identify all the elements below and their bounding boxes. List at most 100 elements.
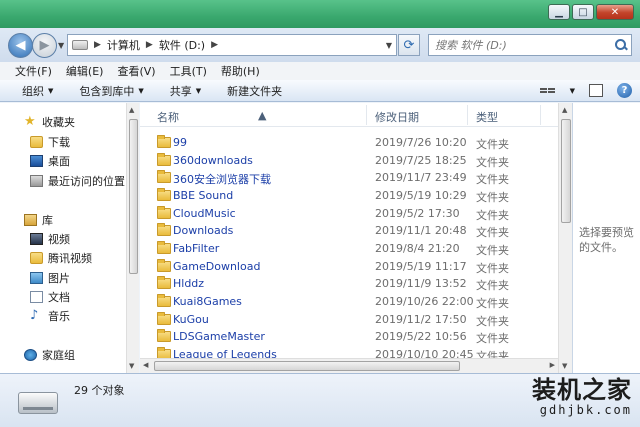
- file-date: 2019/7/25 18:25: [375, 154, 467, 167]
- file-row[interactable]: CloudMusic 2019/5/2 17:30 文件夹: [140, 205, 558, 223]
- menu-help[interactable]: 帮助(H): [221, 63, 260, 79]
- back-button[interactable]: ◀: [8, 33, 33, 58]
- nav-videos[interactable]: 视频: [30, 230, 70, 247]
- file-row[interactable]: Kuai8Games 2019/10/26 22:00 文件夹: [140, 293, 558, 311]
- nav-homegroup[interactable]: 家庭组: [24, 346, 75, 363]
- refresh-button[interactable]: ⟳: [398, 34, 420, 56]
- file-row[interactable]: BBE Sound 2019/5/19 10:29 文件夹: [140, 187, 558, 205]
- include-in-library-label: 包含到库中: [79, 84, 135, 98]
- file-list-horizontal-scrollbar[interactable]: ◀ ▶: [140, 358, 558, 373]
- help-icon[interactable]: ?: [617, 83, 632, 98]
- address-field[interactable]: ▶ 计算机 ▶ 软件 (D:) ▶ ▼: [67, 34, 397, 56]
- watermark-url: gdhjbk.com: [539, 403, 632, 417]
- breadcrumb-separator-icon[interactable]: ▶: [211, 40, 218, 50]
- file-row[interactable]: Hlddz 2019/11/9 13:52 文件夹: [140, 275, 558, 293]
- nav-recent-places[interactable]: 最近访问的位置: [30, 172, 125, 189]
- scroll-down-arrow-icon[interactable]: ▼: [562, 362, 567, 370]
- nav-pane-scrollbar[interactable]: ▲ ▼: [126, 103, 139, 373]
- file-row[interactable]: 360downloads 2019/7/25 18:25 文件夹: [140, 152, 558, 170]
- nav-favorites[interactable]: ★ 收藏夹: [24, 113, 75, 130]
- column-divider[interactable]: [467, 105, 468, 125]
- file-name: 99: [173, 136, 187, 149]
- search-box[interactable]: [428, 34, 632, 56]
- nav-pictures[interactable]: 图片: [30, 269, 70, 286]
- share-label: 共享: [169, 84, 192, 98]
- column-header-type[interactable]: 类型: [476, 109, 498, 125]
- scroll-right-arrow-icon[interactable]: ▶: [550, 361, 555, 369]
- file-row[interactable]: 99 2019/7/26 10:20 文件夹: [140, 134, 558, 152]
- drive-icon: [18, 392, 58, 414]
- file-row[interactable]: Downloads 2019/11/1 20:48 文件夹: [140, 222, 558, 240]
- organize-button[interactable]: 组织 ▼: [22, 83, 53, 99]
- file-row[interactable]: KuGou 2019/11/2 17:50 文件夹: [140, 311, 558, 329]
- new-folder-button[interactable]: 新建文件夹: [227, 83, 282, 99]
- nav-tencent-video[interactable]: 腾讯视频: [30, 249, 92, 266]
- scroll-left-arrow-icon[interactable]: ◀: [143, 361, 148, 369]
- folder-icon: [157, 259, 171, 272]
- include-in-library-button[interactable]: 包含到库中 ▼: [79, 83, 143, 99]
- item-count: 29 个对象: [74, 384, 125, 397]
- file-list-vertical-scrollbar[interactable]: ▲ ▼: [558, 103, 572, 373]
- nav-libraries[interactable]: 库: [24, 211, 53, 228]
- file-name: KuGou: [173, 313, 209, 326]
- file-date: 2019/5/19 11:17: [375, 260, 467, 273]
- preview-placeholder-text: 选择要预览 的文件。: [579, 226, 634, 254]
- breadcrumb-drive-d[interactable]: 软件 (D:): [159, 37, 205, 53]
- column-divider[interactable]: [540, 105, 541, 125]
- change-view-icon[interactable]: [539, 84, 556, 98]
- recent-pages-dropdown-icon[interactable]: ▼: [58, 41, 64, 50]
- column-divider[interactable]: [366, 105, 367, 125]
- file-name: BBE Sound: [173, 189, 234, 202]
- documents-library-icon: [30, 290, 43, 303]
- share-button[interactable]: 共享 ▼: [170, 83, 201, 99]
- view-options-dropdown-icon[interactable]: ▼: [570, 87, 575, 95]
- minimize-button[interactable]: ▁: [548, 4, 570, 20]
- caption-buttons: ▁ □ ✕: [548, 4, 634, 20]
- column-header-date[interactable]: 修改日期: [375, 109, 419, 125]
- file-list-pane: ▲ 名称 修改日期 类型 99 2019/7/26 10:20 文件夹 360d…: [140, 103, 558, 373]
- nav-downloads[interactable]: 下载: [30, 133, 70, 150]
- sort-ascending-icon: ▲: [258, 109, 267, 122]
- maximize-button[interactable]: □: [572, 4, 594, 20]
- file-name: GameDownload: [173, 260, 261, 273]
- back-arrow-icon: ◀: [15, 38, 26, 53]
- file-row[interactable]: FabFilter 2019/8/4 21:20 文件夹: [140, 240, 558, 258]
- file-row[interactable]: GameDownload 2019/5/19 11:17 文件夹: [140, 258, 558, 276]
- folder-icon: [157, 153, 171, 166]
- nav-label: 家庭组: [42, 348, 75, 362]
- organize-label: 组织: [22, 84, 44, 98]
- scroll-up-arrow-icon[interactable]: ▲: [562, 106, 567, 114]
- address-history-dropdown-icon[interactable]: ▼: [382, 41, 396, 50]
- music-note-icon: ♪: [30, 307, 39, 323]
- nav-music[interactable]: ♪ 音乐: [30, 307, 70, 324]
- title-bar: ▁ □ ✕: [0, 0, 640, 28]
- file-type: 文件夹: [476, 315, 509, 328]
- scroll-down-arrow-icon[interactable]: ▼: [129, 362, 134, 370]
- breadcrumb-computer[interactable]: 计算机: [107, 37, 140, 53]
- menu-edit[interactable]: 编辑(E): [66, 63, 104, 79]
- breadcrumb-separator-icon[interactable]: ▶: [94, 40, 101, 50]
- search-input[interactable]: [435, 38, 605, 52]
- scrollbar-thumb[interactable]: [561, 119, 571, 223]
- menu-tools[interactable]: 工具(T): [170, 63, 207, 79]
- library-icon: [24, 213, 37, 226]
- preview-pane-toggle-icon[interactable]: [589, 84, 603, 97]
- breadcrumb-separator-icon[interactable]: ▶: [146, 40, 153, 50]
- column-header-name[interactable]: 名称: [157, 109, 179, 125]
- nav-documents[interactable]: 文档: [30, 288, 70, 305]
- menu-file[interactable]: 文件(F): [15, 63, 52, 79]
- menu-view[interactable]: 查看(V): [117, 63, 155, 79]
- scrollbar-thumb[interactable]: [154, 361, 460, 371]
- nav-desktop[interactable]: 桌面: [30, 152, 70, 169]
- file-row[interactable]: 360安全浏览器下载 2019/11/7 23:49 文件夹: [140, 169, 558, 187]
- file-row[interactable]: LDSGameMaster 2019/5/22 10:56 文件夹: [140, 328, 558, 346]
- file-date: 2019/5/19 10:29: [375, 189, 467, 202]
- scroll-up-arrow-icon[interactable]: ▲: [129, 106, 134, 114]
- file-date: 2019/11/7 23:49: [375, 171, 467, 184]
- search-icon[interactable]: [615, 39, 627, 51]
- file-name: 360安全浏览器下载: [173, 173, 271, 186]
- forward-button[interactable]: ▶: [32, 33, 57, 58]
- close-button[interactable]: ✕: [596, 4, 634, 20]
- scrollbar-thumb[interactable]: [129, 119, 138, 274]
- folder-icon: [157, 241, 171, 254]
